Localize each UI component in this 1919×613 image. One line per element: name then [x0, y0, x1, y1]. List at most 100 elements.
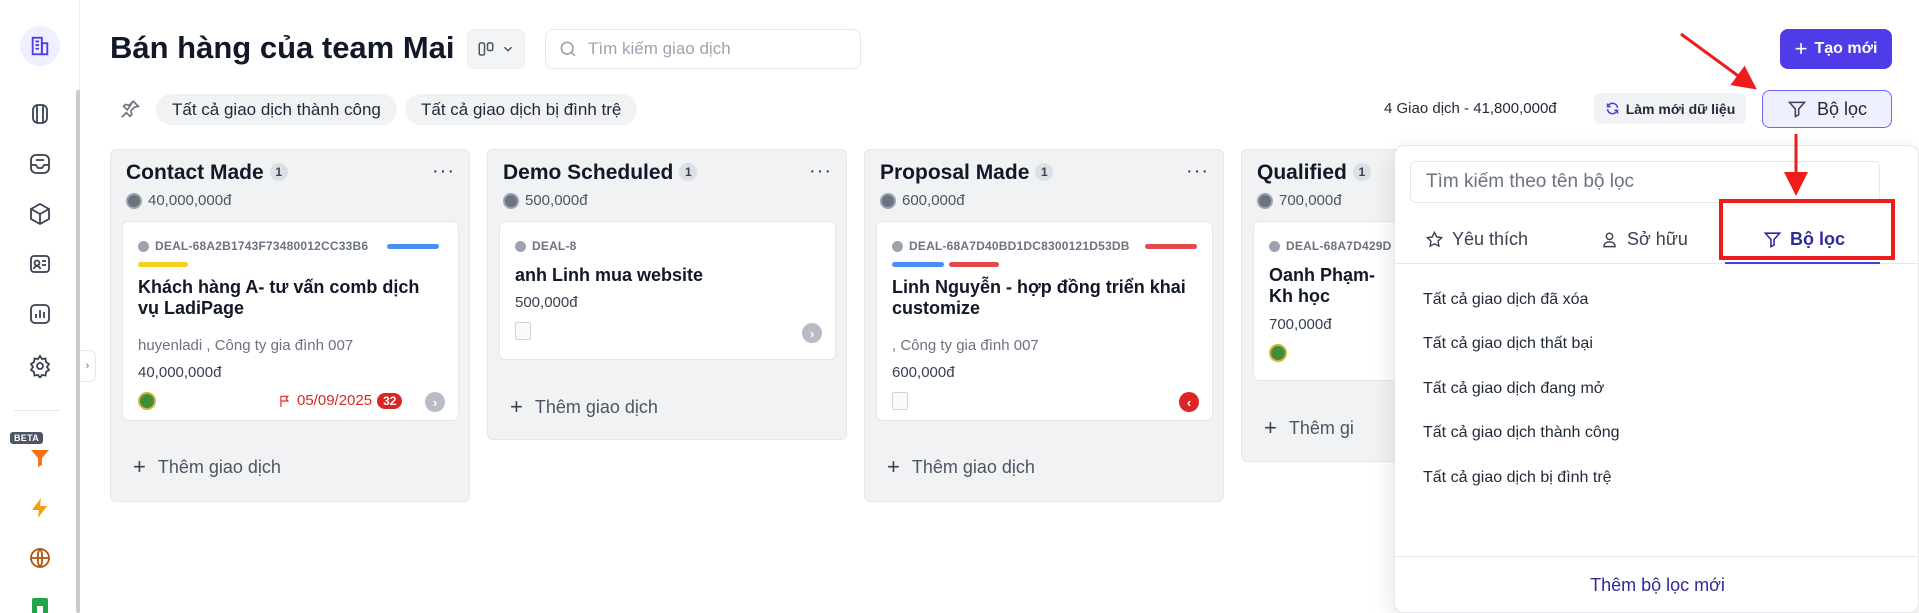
user-icon	[1603, 231, 1616, 247]
status-dot	[1269, 240, 1280, 252]
document-icon	[892, 392, 908, 410]
create-new-button[interactable]: + Tạo mới	[1780, 29, 1892, 69]
column-title: Proposal Made 1	[880, 161, 1054, 185]
sidebar-collapse-button[interactable]: ›	[80, 350, 96, 382]
chip-successful-deals[interactable]: Tất cả giao dịch thành công	[156, 94, 397, 125]
pipeline-column: Demo Scheduled 1 ··· 500,000đ DEAL-8 anh …	[487, 149, 847, 440]
refresh-data-label: Làm mới dữ liệu	[1625, 100, 1736, 117]
column-count-badge: 1	[269, 163, 288, 181]
funnel-outline-icon	[1787, 101, 1807, 118]
globe-icon[interactable]	[26, 544, 54, 572]
building-icon[interactable]	[20, 26, 60, 66]
column-header: Demo Scheduled 1 ··· 500,000đ	[488, 150, 846, 214]
due-date-text: 05/09/2025	[297, 392, 373, 409]
filter-option[interactable]: Tất cả giao dịch thất bại	[1423, 335, 1593, 353]
document-icon	[515, 322, 531, 340]
chart-icon[interactable]	[26, 300, 54, 328]
filter-option[interactable]: Tất cả giao dịch thành công	[1423, 424, 1620, 442]
coin-icon	[503, 192, 519, 209]
tab-favorites[interactable]: Yêu thích	[1425, 214, 1528, 264]
deal-id: DEAL-8	[515, 239, 577, 253]
company-avatar	[138, 392, 156, 410]
add-filter-button[interactable]: Thêm bộ lọc mới	[1395, 556, 1918, 612]
deal-search-box[interactable]	[545, 29, 861, 69]
add-deal-button[interactable]: + Thêm giao dịch	[887, 456, 1035, 478]
flag-icon	[280, 395, 290, 407]
plus-icon: +	[510, 394, 523, 419]
add-deal-button[interactable]: + Thêm giao dịch	[133, 456, 281, 478]
sidebar: BETA	[0, 0, 80, 613]
funnel-icon[interactable]	[26, 444, 54, 472]
filter-search-box[interactable]	[1410, 161, 1880, 203]
column-title: Contact Made 1	[126, 161, 288, 185]
coin-icon	[880, 192, 896, 209]
column-title: Qualified 1	[1257, 161, 1371, 185]
search-input[interactable]	[588, 39, 838, 59]
tag-bar	[387, 244, 439, 249]
column-header: Proposal Made 1 ··· 600,000đ	[865, 150, 1223, 214]
deal-company: , Công ty gia đình 007	[892, 337, 1039, 354]
filter-option[interactable]: Tất cả giao dịch bị đình trệ	[1423, 469, 1612, 487]
deal-value: 500,000đ	[515, 294, 578, 311]
view-switcher[interactable]	[467, 29, 525, 69]
add-deal-button[interactable]: + Thêm giao dịch	[510, 396, 658, 418]
column-header: Contact Made 1 ··· 40,000,000đ	[111, 150, 469, 214]
status-dot	[892, 240, 903, 252]
deal-id: DEAL-68A2B1743F73480012CC33B6	[138, 239, 368, 253]
plus-icon: +	[133, 454, 146, 479]
filter-button-label: Bộ lọc	[1816, 98, 1868, 119]
refresh-icon	[1606, 102, 1618, 115]
contact-card-icon[interactable]	[26, 250, 54, 278]
pipeline-icon[interactable]	[26, 100, 54, 128]
board-view-icon	[478, 42, 494, 56]
arrow-to-filter-button	[1680, 32, 1757, 90]
deal-title: Linh Nguyễn - hợp đồng triển khai custom…	[892, 277, 1186, 318]
page-title: Bán hàng của team Mai	[110, 30, 455, 65]
more-options-icon[interactable]: ···	[432, 160, 455, 183]
tab-owned[interactable]: Sở hữu	[1600, 214, 1688, 264]
chevron-left-icon[interactable]: ‹	[1179, 392, 1199, 412]
chevron-down-icon	[503, 46, 513, 52]
plus-icon: +	[887, 454, 900, 479]
more-options-icon[interactable]: ···	[1186, 160, 1209, 183]
gear-icon[interactable]	[26, 352, 54, 380]
column-count-badge: 1	[1035, 163, 1054, 181]
filter-button[interactable]: Bộ lọc	[1762, 90, 1892, 128]
inbox-icon[interactable]	[26, 150, 54, 178]
deal-title: Khách hàng A- tư vấn comb dịch vụ LadiPa…	[138, 277, 420, 318]
overdue-count-badge: 32	[377, 392, 403, 409]
deal-owner-company: huyenladi , Công ty gia đình 007	[138, 337, 354, 354]
tag-bar	[138, 262, 188, 267]
deal-card[interactable]: DEAL-68A2B1743F73480012CC33B6 Khách hàng…	[122, 221, 459, 421]
chevron-right-icon[interactable]: ›	[802, 323, 822, 343]
filter-option[interactable]: Tất cả giao dịch đã xóa	[1423, 291, 1588, 309]
lightning-icon[interactable]	[26, 494, 54, 522]
chevron-right-icon[interactable]: ›	[425, 392, 445, 412]
more-options-icon[interactable]: ···	[809, 160, 832, 183]
pin-icon[interactable]	[119, 98, 141, 120]
deal-id: DEAL-68A7D40BD1DC8300121D53DB	[892, 239, 1130, 253]
company-avatar	[1269, 344, 1287, 362]
box-icon[interactable]	[26, 200, 54, 228]
deal-title: Oanh Phạm- Kh học	[1269, 265, 1376, 306]
store-icon[interactable]	[26, 592, 54, 613]
app-root: BETA › Bán hàng của team Mai + Tạo mới T…	[0, 0, 1919, 613]
deal-card[interactable]: DEAL-68A7D40BD1DC8300121D53DB Linh Nguyễ…	[876, 221, 1213, 421]
star-icon	[1425, 230, 1444, 247]
search-icon	[560, 41, 576, 57]
create-new-label: Tạo mới	[1814, 40, 1878, 57]
refresh-data-button[interactable]: Làm mới dữ liệu	[1594, 93, 1746, 124]
tag-bar	[1145, 244, 1197, 249]
status-dot	[515, 240, 526, 252]
deal-card[interactable]: DEAL-8 anh Linh mua website 500,000đ ›	[499, 221, 836, 360]
deal-id: DEAL-68A7D429D	[1269, 239, 1392, 253]
add-deal-button[interactable]: + Thêm gi	[1264, 417, 1354, 439]
filter-option[interactable]: Tất cả giao dịch đang mở	[1423, 380, 1604, 398]
chip-stalled-deals[interactable]: Tất cả giao dịch bị đình trệ	[405, 94, 638, 125]
deals-summary: 4 Giao dịch - 41,800,000đ	[1384, 100, 1557, 117]
due-date: 05/09/2025 32	[278, 392, 403, 409]
column-amount: 500,000đ	[503, 192, 588, 209]
coin-icon	[1257, 192, 1273, 209]
filter-search-input[interactable]	[1426, 171, 1866, 193]
deal-value: 40,000,000đ	[138, 364, 222, 381]
